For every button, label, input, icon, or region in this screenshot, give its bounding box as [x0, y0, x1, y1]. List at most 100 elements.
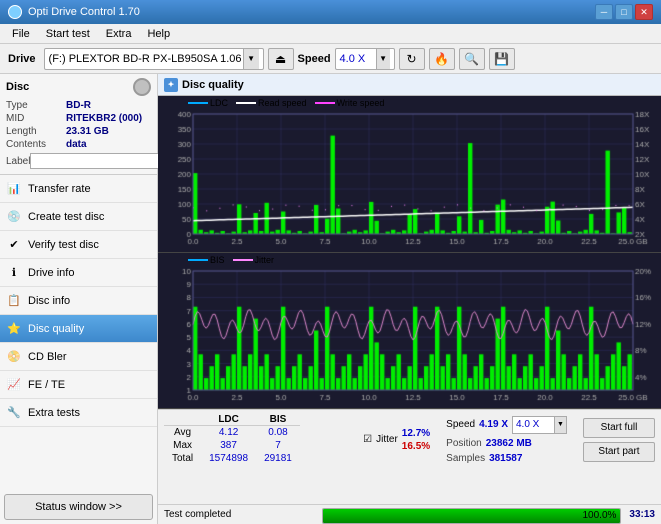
samples-value: 381587	[489, 453, 522, 464]
menu-extra[interactable]: Extra	[98, 26, 140, 42]
drive-label: Drive	[4, 53, 40, 65]
sidebar-item-label: Create test disc	[28, 211, 104, 223]
disc-quality-header: ✦ Disc quality	[158, 74, 661, 96]
speed-stat-value: 4.19 X	[479, 419, 508, 430]
burn-button[interactable]: 🔥	[429, 48, 455, 70]
col-empty	[164, 414, 201, 426]
sidebar-item-cd-bler[interactable]: 📀 CD Bler	[0, 343, 157, 371]
title-bar-left: Opti Drive Control 1.70	[8, 5, 140, 19]
save-button[interactable]: 💾	[489, 48, 515, 70]
sidebar-item-fe-te[interactable]: 📈 FE / TE	[0, 371, 157, 399]
disc-label-input[interactable]	[30, 153, 168, 169]
start-part-button[interactable]: Start part	[583, 442, 655, 462]
jitter-avg: 12.7%	[402, 428, 430, 439]
samples-row: Samples 381587	[446, 453, 567, 464]
refresh-button[interactable]: ↻	[399, 48, 425, 70]
progress-bar-container: 100.0%	[322, 508, 622, 524]
disc-contents-value: data	[66, 139, 87, 150]
read-speed-legend-label: Read speed	[258, 98, 307, 108]
jitter-label: Jitter	[376, 434, 398, 445]
charts-area: LDC Read speed Write speed	[158, 96, 661, 409]
disc-quality-title: Disc quality	[182, 79, 244, 91]
main-content: ✦ Disc quality LDC Read speed	[158, 74, 661, 524]
col-ldc: LDC	[201, 414, 256, 426]
disc-panel-header: Disc	[6, 78, 151, 96]
disc-mid-value: RITEKBR2 (000)	[66, 113, 142, 124]
minimize-button[interactable]: ─	[595, 4, 613, 20]
disc-mid-row: MID RITEKBR2 (000)	[6, 113, 151, 124]
sidebar-item-label: Drive info	[28, 267, 74, 279]
stats-panel: LDC BIS Avg 4.12 0.08 Max	[158, 409, 661, 504]
sidebar-item-label: Verify test disc	[28, 239, 99, 251]
sidebar-item-verify-test-disc[interactable]: ✔ Verify test disc	[0, 231, 157, 259]
sidebar-item-label: Transfer rate	[28, 183, 91, 195]
disc-type-value: BD-R	[66, 100, 91, 111]
extra-tests-icon: 🔧	[6, 405, 22, 421]
speed-combo[interactable]: 4.0 X ▼	[512, 416, 567, 434]
maximize-button[interactable]: □	[615, 4, 633, 20]
transfer-rate-icon: 📊	[6, 181, 22, 197]
disc-length-value: 23.31 GB	[66, 126, 109, 137]
drive-select[interactable]: (F:) PLEXTOR BD-R PX-LB950SA 1.06 ▼	[44, 48, 264, 70]
position-label: Position	[446, 438, 482, 449]
bis-legend-label: BIS	[210, 255, 225, 265]
disc-info-icon: 📋	[6, 293, 22, 309]
speed-position-panel: Speed 4.19 X 4.0 X ▼ Position 23862 MB S…	[446, 416, 567, 464]
menu-bar: File Start test Extra Help	[0, 24, 661, 44]
samples-label: Samples	[446, 453, 485, 464]
status-window-btn[interactable]: Status window >>	[4, 494, 153, 520]
progress-label: 100.0%	[583, 510, 617, 521]
disc-quality-icon: ⭐	[6, 321, 22, 337]
cd-bler-icon: 📀	[6, 349, 22, 365]
sidebar-item-label: Disc info	[28, 295, 70, 307]
max-row: Max 387 7	[164, 439, 300, 452]
jitter-checkbox[interactable]: ☑	[363, 434, 372, 445]
disc-quality-header-icon: ✦	[164, 78, 178, 92]
drive-select-arrow: ▼	[243, 49, 259, 69]
sidebar-item-disc-quality[interactable]: ⭐ Disc quality	[0, 315, 157, 343]
sidebar-item-disc-info[interactable]: 📋 Disc info	[0, 287, 157, 315]
sidebar-item-extra-tests[interactable]: 🔧 Extra tests	[0, 399, 157, 427]
position-value: 23862 MB	[486, 438, 532, 449]
eject-button[interactable]: ⏏	[268, 48, 294, 70]
write-speed-legend-label: Write speed	[337, 98, 385, 108]
speed-value: 4.0 X	[340, 53, 376, 65]
jitter-legend-label: Jitter	[255, 255, 275, 265]
drive-info-icon: ℹ	[6, 265, 22, 281]
top-chart-legend: LDC Read speed Write speed	[188, 98, 384, 108]
position-row: Position 23862 MB	[446, 438, 567, 449]
sidebar-item-label: FE / TE	[28, 379, 65, 391]
ldc-legend-label: LDC	[210, 98, 228, 108]
time-display: 33:13	[629, 509, 655, 520]
bottom-chart: BIS Jitter	[158, 253, 661, 409]
bottom-chart-legend: BIS Jitter	[188, 255, 274, 265]
disc-contents-row: Contents data	[6, 139, 151, 150]
disc-info-table: Type BD-R MID RITEKBR2 (000) Length 23.3…	[6, 100, 151, 170]
menu-file[interactable]: File	[4, 26, 38, 42]
total-bis: 29181	[256, 452, 300, 465]
start-full-button[interactable]: Start full	[583, 418, 655, 438]
action-buttons: Start full Start part	[583, 418, 655, 462]
sidebar-item-drive-info[interactable]: ℹ Drive info	[0, 259, 157, 287]
stats-row-main: LDC BIS Avg 4.12 0.08 Max	[164, 414, 655, 465]
jitter-max: 16.5%	[402, 441, 430, 452]
jitter-section: ☑ Jitter 12.7% 16.5%	[363, 428, 430, 452]
app-title: Opti Drive Control 1.70	[28, 6, 140, 18]
speed-select[interactable]: 4.0 X ▼	[335, 48, 395, 70]
speed-label: Speed	[298, 53, 331, 65]
nav-items: 📊 Transfer rate 💿 Create test disc ✔ Ver…	[0, 175, 157, 490]
progress-bar-wrapper: 100.0%	[322, 506, 622, 524]
avg-row: Avg 4.12 0.08	[164, 426, 300, 440]
ldc-legend-color	[188, 102, 208, 104]
sidebar-item-create-test-disc[interactable]: 💿 Create test disc	[0, 203, 157, 231]
bis-legend-color	[188, 259, 208, 261]
close-button[interactable]: ✕	[635, 4, 653, 20]
scan-button[interactable]: 🔍	[459, 48, 485, 70]
sidebar-item-transfer-rate[interactable]: 📊 Transfer rate	[0, 175, 157, 203]
menu-help[interactable]: Help	[139, 26, 178, 42]
create-test-disc-icon: 💿	[6, 209, 22, 225]
ldc-bis-table: LDC BIS Avg 4.12 0.08 Max	[164, 414, 355, 465]
speed-combo-value: 4.0 X	[513, 419, 554, 430]
title-bar: Opti Drive Control 1.70 ─ □ ✕	[0, 0, 661, 24]
menu-start-test[interactable]: Start test	[38, 26, 98, 42]
